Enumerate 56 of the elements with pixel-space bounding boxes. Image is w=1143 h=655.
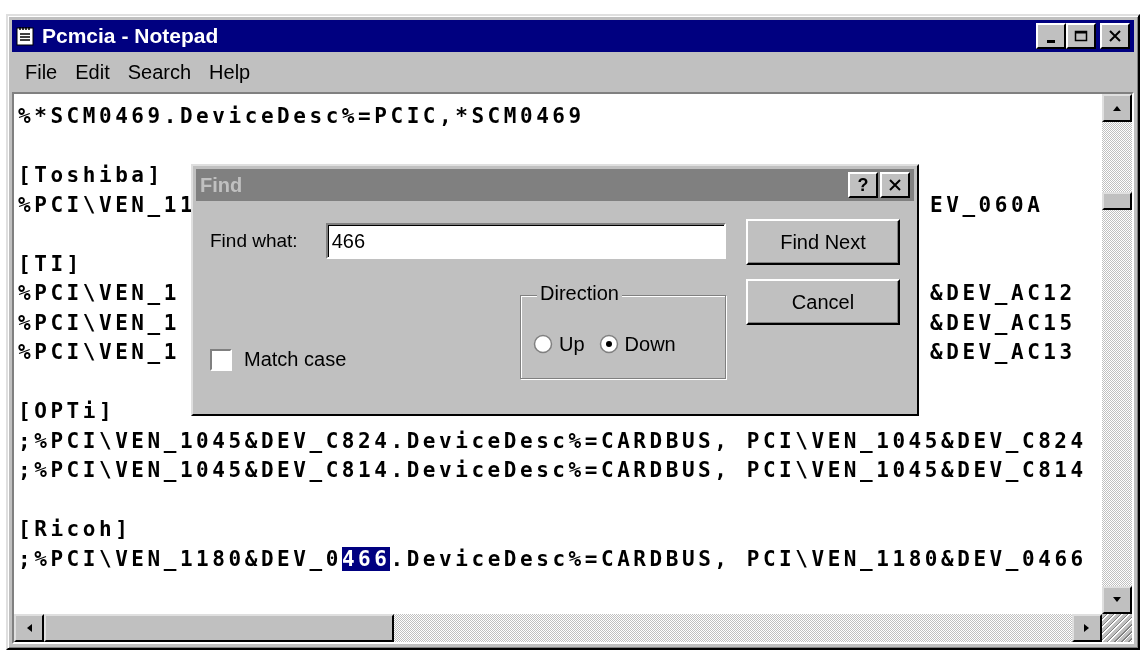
vertical-scrollbar[interactable] xyxy=(1102,94,1132,614)
resize-grip[interactable] xyxy=(1102,614,1132,642)
text-line: [Toshiba] xyxy=(18,162,164,189)
minimize-button[interactable] xyxy=(1036,23,1066,49)
horizontal-scrollbar[interactable] xyxy=(14,614,1102,642)
up-arrow-icon xyxy=(1111,104,1123,112)
text-line: &DEV_AC12 xyxy=(930,280,1076,307)
help-button[interactable]: ? xyxy=(848,172,878,198)
text-line: %PCI\VEN_11 xyxy=(18,191,197,219)
menu-item[interactable]: Edit xyxy=(68,60,117,84)
text-line: EV_060A xyxy=(930,191,1044,219)
maximize-icon xyxy=(1074,30,1088,42)
menu-item[interactable]: File xyxy=(18,60,65,84)
text-line: ;%PCI\VEN_1045&DEV_C814.DeviceDesc%=CARDBUS, PCI\VEN_1045&DEV_C814 xyxy=(18,457,1087,484)
scroll-thumb[interactable] xyxy=(44,614,394,642)
text-line: %*SCM0469.DeviceDesc%=PCIC,*SCM0469 xyxy=(18,103,585,130)
scroll-right-button[interactable] xyxy=(1072,614,1102,642)
left-arrow-icon xyxy=(25,622,33,634)
match-case-checkbox[interactable] xyxy=(210,348,232,371)
window-title: Pcmcia - Notepad xyxy=(42,24,220,48)
close-icon xyxy=(888,179,902,191)
scroll-left-button[interactable] xyxy=(14,614,44,642)
text-line: %PCI\VEN_1 xyxy=(18,309,180,337)
text-line: %PCI\VEN_1 xyxy=(18,339,180,366)
scroll-down-button[interactable] xyxy=(1102,586,1132,614)
close-icon xyxy=(1108,30,1122,42)
find-what-field[interactable]: 466 xyxy=(325,223,726,259)
radio-label: Up xyxy=(559,332,585,356)
text-line: ;%PCI\VEN_1180&DEV_0 466.DeviceDesc%=CARDBUS, PCI\VEN_1180&DEV_0466 xyxy=(18,545,1087,573)
close-button[interactable] xyxy=(1100,23,1130,49)
radio-button[interactable] xyxy=(598,334,619,354)
find-what-label: Find what: xyxy=(210,230,298,252)
scroll-thumb[interactable] xyxy=(1102,192,1132,210)
scroll-up-button[interactable] xyxy=(1102,94,1132,122)
cancel-button[interactable]: Cancel xyxy=(746,279,900,325)
radio-label: Down xyxy=(624,332,676,356)
text-line: [OPTi] xyxy=(18,398,116,425)
text-line: [Ricoh] xyxy=(18,516,132,543)
radio-button[interactable] xyxy=(533,334,553,354)
text-line: ;%PCI\VEN_1045&DEV_C824.DeviceDesc%=CARDBUS, PCI\VEN_1045&DEV_C824 xyxy=(18,427,1087,455)
close-button[interactable] xyxy=(880,172,910,198)
menu-item[interactable]: Search xyxy=(120,60,199,84)
down-arrow-icon xyxy=(1111,596,1123,604)
find-next-button[interactable]: Find Next xyxy=(746,219,900,265)
notepad-icon xyxy=(16,26,34,46)
match-case-label: Match case xyxy=(244,348,347,371)
text-area[interactable] xyxy=(14,94,1102,614)
text-line: &DEV_AC15 xyxy=(930,309,1076,337)
minimize-icon xyxy=(1047,39,1055,43)
text-line: %PCI\VEN_1 xyxy=(18,280,180,307)
text-line: [TI] xyxy=(18,250,83,278)
dialog-title: Find xyxy=(200,173,244,197)
maximize-button[interactable] xyxy=(1066,23,1096,49)
menu-item[interactable]: Help xyxy=(202,60,258,84)
right-arrow-icon xyxy=(1083,622,1091,634)
text-line: &DEV_AC13 xyxy=(930,339,1076,366)
